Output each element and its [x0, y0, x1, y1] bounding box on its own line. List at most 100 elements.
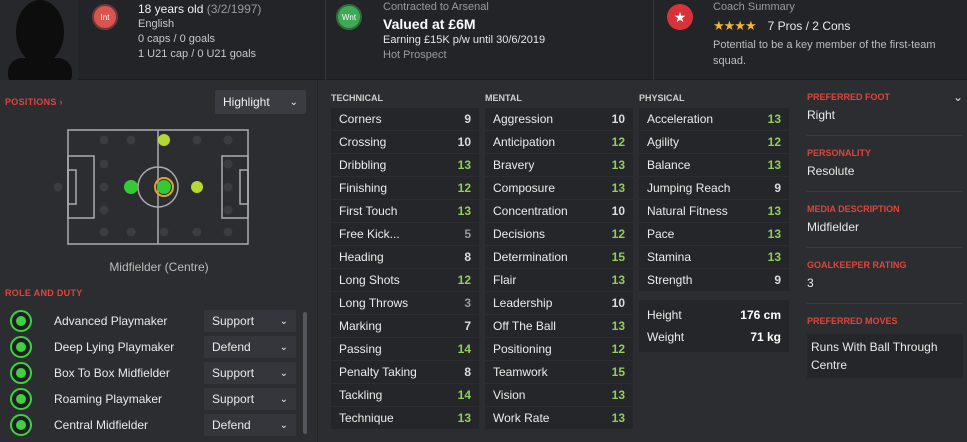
attribute-row[interactable]: Dribbling 13 — [331, 154, 479, 177]
attribute-row[interactable]: Pace 13 — [639, 223, 789, 246]
role-row[interactable]: Advanced Playmaker Support ⌄ — [10, 309, 300, 333]
attribute-row[interactable]: Technique 13 — [331, 407, 479, 430]
attribute-value: 13 — [767, 112, 781, 126]
chevron-down-icon[interactable]: ⌄ — [953, 91, 963, 103]
attribute-value: 12 — [767, 135, 781, 149]
role-rating-icon — [10, 310, 32, 332]
attribute-name: Aggression — [493, 112, 554, 126]
attribute-name: Long Throws — [339, 296, 409, 310]
player-age: 18 years old — [138, 2, 204, 16]
attribute-row[interactable]: Vision 13 — [485, 384, 633, 407]
attribute-value: 9 — [464, 112, 471, 126]
player-status: Hot Prospect — [383, 49, 447, 61]
media-description-value: Midfielder — [807, 220, 860, 234]
role-rating-icon — [10, 362, 32, 384]
positions-title[interactable]: POSITIONS › — [5, 97, 63, 107]
duty-dropdown[interactable]: Defend ⌄ — [204, 414, 296, 436]
attribute-value: 12 — [457, 273, 471, 287]
attribute-name: Leadership — [493, 296, 553, 310]
attribute-row[interactable]: Determination 15 — [485, 246, 633, 269]
attribute-value: 12 — [611, 135, 625, 149]
role-row[interactable]: Deep Lying Playmaker Defend ⌄ — [10, 335, 300, 359]
attribute-row[interactable]: Tackling 14 — [331, 384, 479, 407]
attribute-row[interactable]: Bravery 13 — [485, 154, 633, 177]
attribute-value: 13 — [457, 411, 471, 425]
attribute-row[interactable]: Heading 8 — [331, 246, 479, 269]
preferred-move-item[interactable]: Runs With Ball Through Centre — [807, 334, 963, 378]
attribute-row[interactable]: First Touch 13 — [331, 200, 479, 223]
role-duty-title: ROLE AND DUTY — [5, 288, 83, 298]
attribute-value: 13 — [611, 319, 625, 333]
contract-summary: Wnt Contracted to Arsenal Valued at £6M … — [326, 0, 654, 80]
attribute-row[interactable]: Positioning 12 — [485, 338, 633, 361]
duty-dropdown[interactable]: Support ⌄ — [204, 362, 296, 384]
preferred-foot-label: PREFERRED FOOT — [807, 92, 891, 102]
potential-text: Potential to be a key member of the firs… — [713, 39, 936, 67]
preferred-moves-label: PREFERRED MOVES — [807, 316, 898, 326]
attribute-row[interactable]: Concentration 10 — [485, 200, 633, 223]
duty-dropdown[interactable]: Support ⌄ — [204, 310, 296, 332]
attribute-row[interactable]: Work Rate 13 — [485, 407, 633, 430]
attribute-row[interactable]: Penalty Taking 8 — [331, 361, 479, 384]
attribute-name: Heading — [339, 250, 384, 264]
height-weight-box: Height 176 cm Weight 71 kg — [639, 300, 789, 352]
attribute-row[interactable]: Anticipation 12 — [485, 131, 633, 154]
attribute-name: Teamwork — [493, 365, 548, 379]
attribute-row[interactable]: Decisions 12 — [485, 223, 633, 246]
duty-dropdown[interactable]: Support ⌄ — [204, 388, 296, 410]
attribute-row[interactable]: Jumping Reach 9 — [639, 177, 789, 200]
attribute-row[interactable]: Acceleration 13 — [639, 108, 789, 131]
role-row[interactable]: Roaming Playmaker Support ⌄ — [10, 387, 300, 411]
attribute-name: Free Kick... — [339, 227, 400, 241]
attribute-name: Off The Ball — [493, 319, 556, 333]
role-rating-icon — [10, 336, 32, 358]
attribute-row[interactable]: Aggression 10 — [485, 108, 633, 131]
height-label: Height — [647, 308, 682, 322]
attribute-name: Dribbling — [339, 158, 387, 172]
role-name: Roaming Playmaker — [54, 392, 163, 406]
attribute-row[interactable]: Crossing 10 — [331, 131, 479, 154]
attribute-row[interactable]: Corners 9 — [331, 108, 479, 131]
attribute-row[interactable]: Passing 14 — [331, 338, 479, 361]
attribute-row[interactable]: Free Kick... 5 — [331, 223, 479, 246]
attribute-name: Composure — [493, 181, 556, 195]
attribute-row[interactable]: Composure 13 — [485, 177, 633, 200]
player-nationality: English — [138, 18, 175, 30]
attribute-row[interactable]: Agility 12 — [639, 131, 789, 154]
attribute-row[interactable]: Balance 13 — [639, 154, 789, 177]
attribute-value: 13 — [611, 158, 625, 172]
player-caps: 0 caps / 0 goals — [138, 33, 216, 45]
mental-title: MENTAL — [485, 93, 522, 103]
star-badge-icon: ★ — [667, 4, 693, 30]
attribute-row[interactable]: Flair 13 — [485, 269, 633, 292]
attribute-row[interactable]: Finishing 12 — [331, 177, 479, 200]
player-header: Int 18 years old (3/2/1997) English 0 ca… — [0, 0, 967, 80]
attribute-row[interactable]: Leadership 10 — [485, 292, 633, 315]
attribute-row[interactable]: Off The Ball 13 — [485, 315, 633, 338]
attribute-row[interactable]: Long Throws 3 — [331, 292, 479, 315]
attribute-name: Positioning — [493, 342, 552, 356]
wanted-badge-icon: Wnt — [336, 4, 362, 30]
positions-panel: POSITIONS › Highlight ⌄ Midfielder (Cent… — [0, 80, 318, 442]
international-badge-icon: Int — [92, 4, 118, 30]
mental-column: MENTAL Aggression 10 Anticipation 12 Bravery… — [485, 88, 633, 430]
attribute-row[interactable]: Strength 9 — [639, 269, 789, 292]
player-dob: (3/2/1997) — [206, 2, 262, 16]
duty-dropdown[interactable]: Defend ⌄ — [204, 336, 296, 358]
attribute-name: Finishing — [339, 181, 388, 195]
attribute-row[interactable]: Long Shots 12 — [331, 269, 479, 292]
role-row[interactable]: Central Midfielder Defend ⌄ — [10, 413, 300, 437]
attribute-row[interactable]: Teamwork 15 — [485, 361, 633, 384]
attribute-row[interactable]: Marking 7 — [331, 315, 479, 338]
attribute-value: 9 — [774, 181, 781, 195]
role-row[interactable]: Box To Box Midfielder Support ⌄ — [10, 361, 300, 385]
attribute-value: 5 — [464, 227, 471, 241]
attribute-row[interactable]: Stamina 13 — [639, 246, 789, 269]
attribute-value: 13 — [767, 158, 781, 172]
position-filter-dropdown[interactable]: Highlight ⌄ — [215, 90, 306, 114]
position-name: Midfielder (Centre) — [109, 260, 209, 274]
pros-cons[interactable]: 7 Pros / 2 Cons — [768, 19, 851, 33]
attribute-row[interactable]: Natural Fitness 13 — [639, 200, 789, 223]
weight-label: Weight — [647, 330, 685, 344]
role-list-scrollbar[interactable] — [303, 312, 307, 434]
